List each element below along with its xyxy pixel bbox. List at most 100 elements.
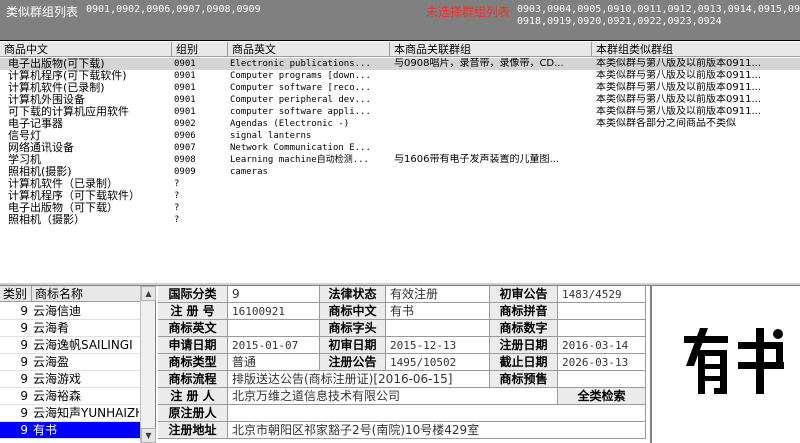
goods-english: Computer software [reco... — [230, 83, 371, 93]
trademark-class: 9 — [20, 338, 28, 352]
goods-similar — [596, 166, 800, 178]
goods-table: 商品中文 组别 商品英文 本商品关联群组 本群组类似群组 电子出版物(可下载) 0… — [0, 40, 800, 282]
trademark-class: 9 — [20, 355, 28, 369]
list-item[interactable]: 9 云海肴 — [0, 320, 140, 337]
forecast-label: 商标预售 — [490, 371, 558, 388]
goods-name: 计算机程序(可下载软件) — [8, 70, 127, 82]
goods-group: 0901 — [174, 83, 196, 93]
table-row[interactable]: 计算机软件(已录制) 0901 Computer software [reco...… — [0, 82, 800, 94]
apply-date-value: 2015-01-07 — [228, 337, 320, 354]
trademark-image-panel — [650, 286, 800, 443]
list-item[interactable]: 9 云海游戏 — [0, 371, 140, 388]
goods-name: 信号灯 — [8, 130, 41, 142]
column-header-group[interactable]: 组别 — [172, 42, 228, 57]
goods-group: 0909 — [174, 167, 196, 177]
list-item[interactable]: 9 云海裕森 — [0, 388, 140, 405]
goods-group: ? — [174, 215, 180, 225]
column-header-goods-en[interactable]: 商品英文 — [228, 42, 390, 57]
scroll-down-arrow-icon[interactable]: ▼ — [141, 428, 156, 443]
goods-table-body: 电子出版物(可下载) 0901 Electronic publications...… — [0, 58, 800, 226]
table-row[interactable]: 网络通讯设备 0907 Network Communication E... — [0, 142, 800, 154]
expiry-value: 2026-03-13 — [558, 354, 646, 371]
legal-status-label: 法律状态 — [320, 286, 386, 303]
table-row[interactable]: 电子记事器 0902 Agendas (Electronic -) 本类似群各部分之间… — [0, 118, 800, 130]
reg-date-value: 2016-03-14 — [558, 337, 646, 354]
goods-name: 电子出版物(可下载) — [8, 58, 105, 70]
list-item[interactable]: 9 云海逸帆SAILINGI — [0, 337, 140, 354]
goods-english: Computer programs [down... — [230, 71, 371, 81]
trademark-list-body: 9 云海信迪 9 云海肴 9 云海逸帆SAILINGI 9 云海盈 9 云海游戏 9 云海裕森 9 云海知… — [0, 303, 140, 439]
reg-no-label: 注 册 号 — [158, 303, 228, 320]
goods-english — [230, 190, 390, 202]
goods-english: signal lanterns — [230, 131, 312, 141]
list-item[interactable]: 9 云海盈 — [0, 354, 140, 371]
goods-similar: 本类似群与第八版及以前版本0911... — [596, 106, 761, 117]
goods-related — [394, 82, 590, 94]
goods-english: Learning machine自动检测... — [230, 155, 369, 165]
search-all-classes-button[interactable]: 全类检索 — [558, 388, 646, 405]
column-header-trademark-name[interactable]: 商标名称 — [32, 286, 140, 302]
pinyin-label: 商标拼音 — [490, 303, 558, 320]
list-item[interactable]: 9 云海知声YUNHAIZH — [0, 405, 140, 422]
goods-similar — [596, 142, 800, 154]
goods-related — [394, 70, 590, 82]
trademark-name: 云海知声YUNHAIZH — [33, 406, 139, 420]
goods-english: Electronic publications... — [230, 59, 371, 69]
trademark-list: 类别 商标名称 9 云海信迪 9 云海肴 9 云海逸帆SAILINGI 9 云海盈 9 云海游戏 9… — [0, 286, 156, 443]
goods-group: 0901 — [174, 59, 196, 69]
table-row[interactable]: 电子出版物(可下载) 0901 Electronic publications...… — [0, 58, 800, 70]
list-item[interactable]: 9 有书 — [0, 422, 140, 439]
trademark-name: 云海逸帆SAILINGI — [33, 338, 133, 352]
goods-english — [230, 202, 390, 214]
table-row[interactable]: 可下载的计算机应用软件 0901 computer software appli..… — [0, 106, 800, 118]
legal-status-value: 有效注册 — [386, 286, 490, 303]
prelim-date-label: 初审日期 — [320, 337, 386, 354]
table-row[interactable]: 照相机(摄影) 0909 cameras — [0, 166, 800, 178]
trademark-list-scrollbar[interactable]: ▲ ▼ — [140, 286, 156, 443]
goods-name: 照相机（摄影） — [8, 214, 85, 226]
table-row[interactable]: 照相机（摄影）? — [0, 214, 800, 226]
expiry-label: 截止日期 — [490, 354, 558, 371]
column-header-related-groups[interactable]: 本商品关联群组 — [390, 42, 592, 57]
goods-group: 0902 — [174, 119, 196, 129]
list-item[interactable]: 9 云海信迪 — [0, 303, 140, 320]
en-name-value — [228, 320, 320, 337]
registrant-value: 北京万维之道信息技术有限公司 — [228, 388, 558, 405]
scroll-up-arrow-icon[interactable]: ▲ — [141, 286, 156, 301]
orig-registrant-value — [228, 405, 646, 422]
goods-name: 照相机(摄影) — [8, 166, 72, 178]
table-row[interactable]: 电子出版物（可下载）? — [0, 202, 800, 214]
unselected-groups-codes-line1: 0903,0904,0905,0910,0911,0912,0913,0914,… — [517, 4, 800, 15]
column-header-goods-cn[interactable]: 商品中文 — [0, 42, 172, 57]
table-row[interactable]: 计算机软件（已录制）? — [0, 178, 800, 190]
column-header-similar-groups[interactable]: 本群组类似群组 — [592, 42, 800, 57]
goods-name: 计算机软件（已录制） — [8, 178, 118, 190]
unselected-groups-label: 未选择群组列表 — [426, 5, 511, 19]
goods-similar — [596, 178, 800, 190]
type-label: 商标类型 — [158, 354, 228, 371]
address-label: 注册地址 — [158, 422, 228, 439]
reg-pub-value: 1495/10502 — [386, 354, 490, 371]
en-name-label: 商标英文 — [158, 320, 228, 337]
table-row[interactable]: 计算机程序(可下载软件) 0901 Computer programs [down.… — [0, 70, 800, 82]
goods-related — [394, 166, 590, 178]
apply-date-label: 申请日期 — [158, 337, 228, 354]
trademark-name: 云海裕森 — [33, 389, 82, 403]
goods-group: 0901 — [174, 95, 196, 105]
cn-name-value: 有书 — [386, 303, 490, 320]
table-row[interactable]: 计算机程序（可下载软件）? — [0, 190, 800, 202]
goods-group: ? — [174, 203, 180, 213]
column-header-class[interactable]: 类别 — [0, 286, 32, 302]
table-row[interactable]: 信号灯 0906 signal lanterns — [0, 130, 800, 142]
goods-related: 与1606带有电子发声装置的儿童图... — [394, 154, 559, 165]
goods-related — [394, 202, 590, 214]
goods-similar — [596, 130, 800, 142]
pinyin-value — [558, 303, 646, 320]
intl-class-label: 国际分类 — [158, 286, 228, 303]
goods-similar: 本类似群各部分之间商品不类似 — [596, 118, 736, 129]
table-row[interactable]: 学习机 0908 Learning machine自动检测... 与1606带有电子发… — [0, 154, 800, 166]
prelim-pub-value: 1483/4529 — [558, 286, 646, 303]
flow-value[interactable]: 排版送达公告(商标注册证)[2016-06-15] — [228, 371, 490, 388]
table-row[interactable]: 计算机外围设备 0901 Computer peripheral dev... 本类似… — [0, 94, 800, 106]
forecast-value — [558, 371, 646, 388]
